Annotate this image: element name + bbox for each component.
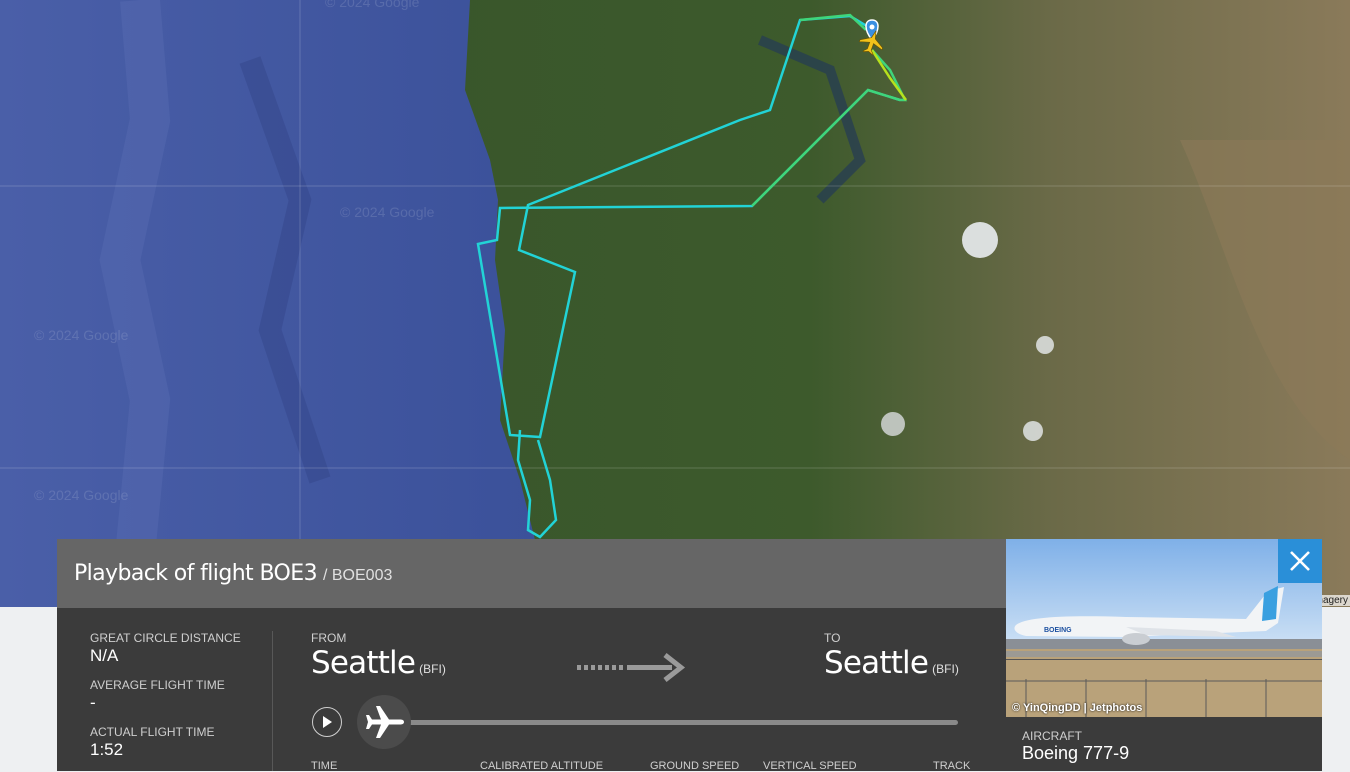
play-button[interactable] [312, 707, 342, 737]
playback-slider[interactable] [387, 720, 958, 725]
origin-code[interactable]: (BFI) [419, 662, 446, 676]
divider [272, 631, 273, 771]
stat-value: 1:52 [90, 740, 124, 759]
column-header-track: TRACK [933, 760, 971, 772]
origin-city[interactable]: Seattle [311, 645, 416, 681]
callsign: / BOE003 [322, 566, 393, 584]
svg-text:BOEING: BOEING [1044, 627, 1072, 634]
map-view[interactable]: © 2024 Google © 2024 Google © 2024 Googl… [0, 0, 1350, 607]
stat-label: GREAT CIRCLE DISTANCE [90, 631, 241, 645]
origin: FROM Seattle (BFI) [311, 631, 446, 681]
panel-title: Playback of flight BOE3 [74, 561, 318, 586]
column-header-vertical-speed: VERTICAL SPEED [763, 760, 857, 772]
close-icon [1290, 551, 1310, 571]
destination: TO Seattle (BFI) [824, 631, 959, 681]
panel-header: Playback of flight BOE3 / BOE003 [57, 539, 1006, 608]
column-header-altitude: CALIBRATED ALTITUDE [480, 760, 604, 772]
stat-value: - [90, 693, 96, 712]
photo-credit[interactable]: © YinQingDD | Jetphotos [1012, 702, 1142, 714]
stat-label: AVERAGE FLIGHT TIME [90, 678, 225, 692]
playback-slider-handle[interactable] [357, 695, 411, 749]
map-watermark: © 2024 Google [325, 0, 420, 10]
playback-panel: Playback of flight BOE3 / BOE003 GREAT C… [57, 539, 1006, 772]
stat-label: ACTUAL FLIGHT TIME [90, 725, 215, 739]
destination-code[interactable]: (BFI) [932, 662, 959, 676]
to-label: TO [824, 631, 841, 645]
aircraft-model[interactable]: Boeing 777-9 [1022, 743, 1129, 764]
map-watermark: © 2024 Google [340, 204, 435, 220]
destination-city[interactable]: Seattle [824, 645, 929, 681]
map-watermark: © 2024 Google [34, 327, 129, 343]
aircraft-label: AIRCRAFT [1022, 729, 1082, 743]
aircraft-info: AIRCRAFT Boeing 777-9 [1006, 717, 1322, 771]
airplane-icon [366, 706, 404, 738]
route-arrow-icon [577, 653, 687, 688]
stat-value: N/A [90, 646, 119, 665]
aircraft-photo[interactable]: BOEING © YinQingDD | Jetphotos [1006, 539, 1322, 717]
play-icon [323, 716, 332, 728]
column-header-time: TIME [311, 760, 338, 772]
close-button[interactable] [1278, 539, 1322, 583]
from-label: FROM [311, 631, 347, 645]
flight-stats: GREAT CIRCLE DISTANCE N/A AVERAGE FLIGHT… [90, 631, 260, 772]
column-header-ground-speed: GROUND SPEED [650, 760, 740, 772]
map-watermark: © 2024 Google [34, 487, 129, 503]
terrain-map [0, 0, 1350, 607]
